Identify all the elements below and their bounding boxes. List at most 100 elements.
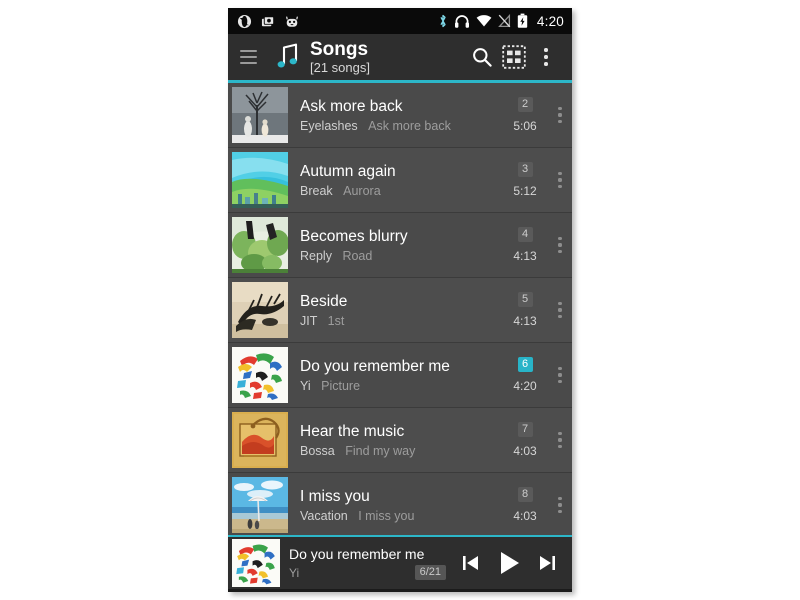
track-number-badge: 8 bbox=[517, 487, 533, 502]
view-mode-button[interactable] bbox=[498, 40, 530, 74]
table-row[interactable]: I miss you Vacation I miss you 8 4:03 bbox=[228, 473, 572, 535]
play-button[interactable] bbox=[490, 543, 528, 583]
album-art bbox=[232, 152, 288, 208]
row-overflow-menu-icon[interactable] bbox=[548, 416, 572, 464]
status-bar-right-icons: 4:20 bbox=[438, 13, 564, 29]
row-overflow-menu-icon[interactable] bbox=[548, 286, 572, 334]
status-bar-left-icons bbox=[237, 14, 299, 29]
hamburger-menu-icon[interactable] bbox=[240, 50, 257, 64]
song-meta: Break Aurora bbox=[300, 184, 502, 198]
song-album: 1st bbox=[327, 313, 345, 328]
row-overflow-menu-icon[interactable] bbox=[548, 481, 572, 529]
song-title: I miss you bbox=[300, 487, 370, 505]
now-playing-title: Do you remember me bbox=[289, 546, 425, 562]
table-row[interactable]: Becomes blurry Reply Road 4 4:13 bbox=[228, 213, 572, 278]
green-foliage-art bbox=[232, 217, 288, 273]
song-artist: Vacation bbox=[300, 508, 348, 523]
wifi-icon bbox=[476, 15, 492, 27]
page-subtitle: [21 songs] bbox=[310, 59, 370, 75]
play-icon bbox=[501, 552, 519, 574]
song-duration: 4:20 bbox=[513, 379, 537, 393]
row-right-block: 8 4:03 bbox=[502, 487, 548, 523]
green-blue-landscape-art bbox=[232, 152, 288, 208]
track-number-badge: 7 bbox=[517, 422, 533, 437]
app-toolbar: Songs [21 songs] bbox=[228, 34, 572, 80]
overflow-menu-button[interactable] bbox=[530, 40, 562, 74]
row-text-block: Ask more back Eyelashes Ask more back bbox=[300, 98, 502, 133]
row-right-block: 7 4:03 bbox=[502, 422, 548, 458]
skip-next-icon bbox=[540, 556, 555, 570]
song-list[interactable]: Ask more back Eyelashes Ask more back 2 … bbox=[228, 83, 572, 535]
overflow-menu-icon bbox=[544, 48, 548, 66]
song-artist: JIT bbox=[300, 313, 318, 328]
page-title: Songs bbox=[310, 38, 369, 60]
headset-icon bbox=[454, 14, 469, 28]
row-right-block: 6 4:20 bbox=[502, 357, 548, 393]
song-meta: Eyelashes Ask more back bbox=[300, 119, 502, 133]
album-art bbox=[232, 412, 288, 468]
table-row[interactable]: Hear the music Bossa Find my way 7 4:03 bbox=[228, 408, 572, 473]
song-album: Ask more back bbox=[368, 118, 451, 133]
song-meta: Bossa Find my way bbox=[300, 444, 502, 458]
now-playing-subline: Yi 6/21 bbox=[289, 565, 452, 580]
now-playing-album-art bbox=[232, 539, 280, 587]
song-meta: Reply Road bbox=[300, 249, 502, 263]
screenshot-canvas: 4:20 Songs [21 songs] Ask more back Eyel… bbox=[0, 0, 800, 600]
dark-tree-beige-art bbox=[232, 282, 288, 338]
row-text-block: Do you remember me Yi Picture bbox=[300, 358, 502, 393]
player-controls bbox=[452, 543, 572, 583]
colorful-paint-strokes-art bbox=[232, 347, 288, 403]
song-album: I miss you bbox=[358, 508, 415, 523]
song-title: Do you remember me bbox=[300, 357, 450, 375]
table-row[interactable]: Autumn again Break Aurora 3 5:12 bbox=[228, 148, 572, 213]
row-overflow-menu-icon[interactable] bbox=[548, 91, 572, 139]
song-duration: 4:13 bbox=[513, 249, 537, 263]
search-button[interactable] bbox=[466, 40, 498, 74]
album-art bbox=[232, 347, 288, 403]
signal-off-icon bbox=[498, 14, 511, 28]
previous-button[interactable] bbox=[452, 543, 490, 583]
row-overflow-menu-icon[interactable] bbox=[548, 221, 572, 269]
album-art bbox=[232, 217, 288, 273]
song-duration: 4:03 bbox=[513, 509, 537, 523]
row-text-block: Hear the music Bossa Find my way bbox=[300, 423, 502, 458]
row-right-block: 2 5:06 bbox=[502, 97, 548, 133]
song-duration: 5:06 bbox=[513, 119, 537, 133]
song-artist: Eyelashes bbox=[300, 118, 358, 133]
opera-icon bbox=[237, 14, 252, 28]
song-meta: Vacation I miss you bbox=[300, 509, 502, 523]
gold-abstract-art bbox=[232, 412, 288, 468]
album-art bbox=[232, 87, 288, 143]
skip-previous-icon bbox=[463, 556, 478, 570]
song-artist: Reply bbox=[300, 248, 332, 263]
table-row[interactable]: Beside JIT 1st 5 4:13 bbox=[228, 278, 572, 343]
toolbar-title-block: Songs [21 songs] bbox=[310, 40, 466, 75]
now-playing-bar[interactable]: Do you remember me Yi 6/21 bbox=[228, 537, 572, 589]
grid-view-icon bbox=[502, 45, 526, 69]
track-number-badge: 3 bbox=[517, 162, 533, 177]
song-duration: 4:13 bbox=[513, 314, 537, 328]
track-number-badge: 2 bbox=[517, 97, 533, 112]
track-number-badge: 4 bbox=[517, 227, 533, 242]
table-row[interactable]: Ask more back Eyelashes Ask more back 2 … bbox=[228, 83, 572, 148]
row-text-block: I miss you Vacation I miss you bbox=[300, 488, 502, 523]
track-number-badge: 6 bbox=[517, 357, 533, 372]
track-number-badge: 5 bbox=[517, 292, 533, 307]
row-text-block: Becomes blurry Reply Road bbox=[300, 228, 502, 263]
table-row[interactable]: Do you remember me Yi Picture 6 4:20 bbox=[228, 343, 572, 408]
row-overflow-menu-icon[interactable] bbox=[548, 351, 572, 399]
status-bar: 4:20 bbox=[228, 8, 572, 34]
search-icon bbox=[473, 48, 492, 67]
album-art bbox=[232, 477, 288, 533]
song-album: Picture bbox=[321, 378, 361, 393]
song-artist: Break bbox=[300, 183, 333, 198]
queue-position-badge: 6/21 bbox=[414, 565, 446, 580]
screenshot-icon bbox=[261, 15, 275, 26]
song-meta: Yi Picture bbox=[300, 379, 502, 393]
next-button[interactable] bbox=[528, 543, 566, 583]
song-album: Find my way bbox=[345, 443, 416, 458]
song-title: Ask more back bbox=[300, 97, 403, 115]
music-note-icon bbox=[277, 43, 298, 68]
song-title: Autumn again bbox=[300, 162, 396, 180]
row-overflow-menu-icon[interactable] bbox=[548, 156, 572, 204]
